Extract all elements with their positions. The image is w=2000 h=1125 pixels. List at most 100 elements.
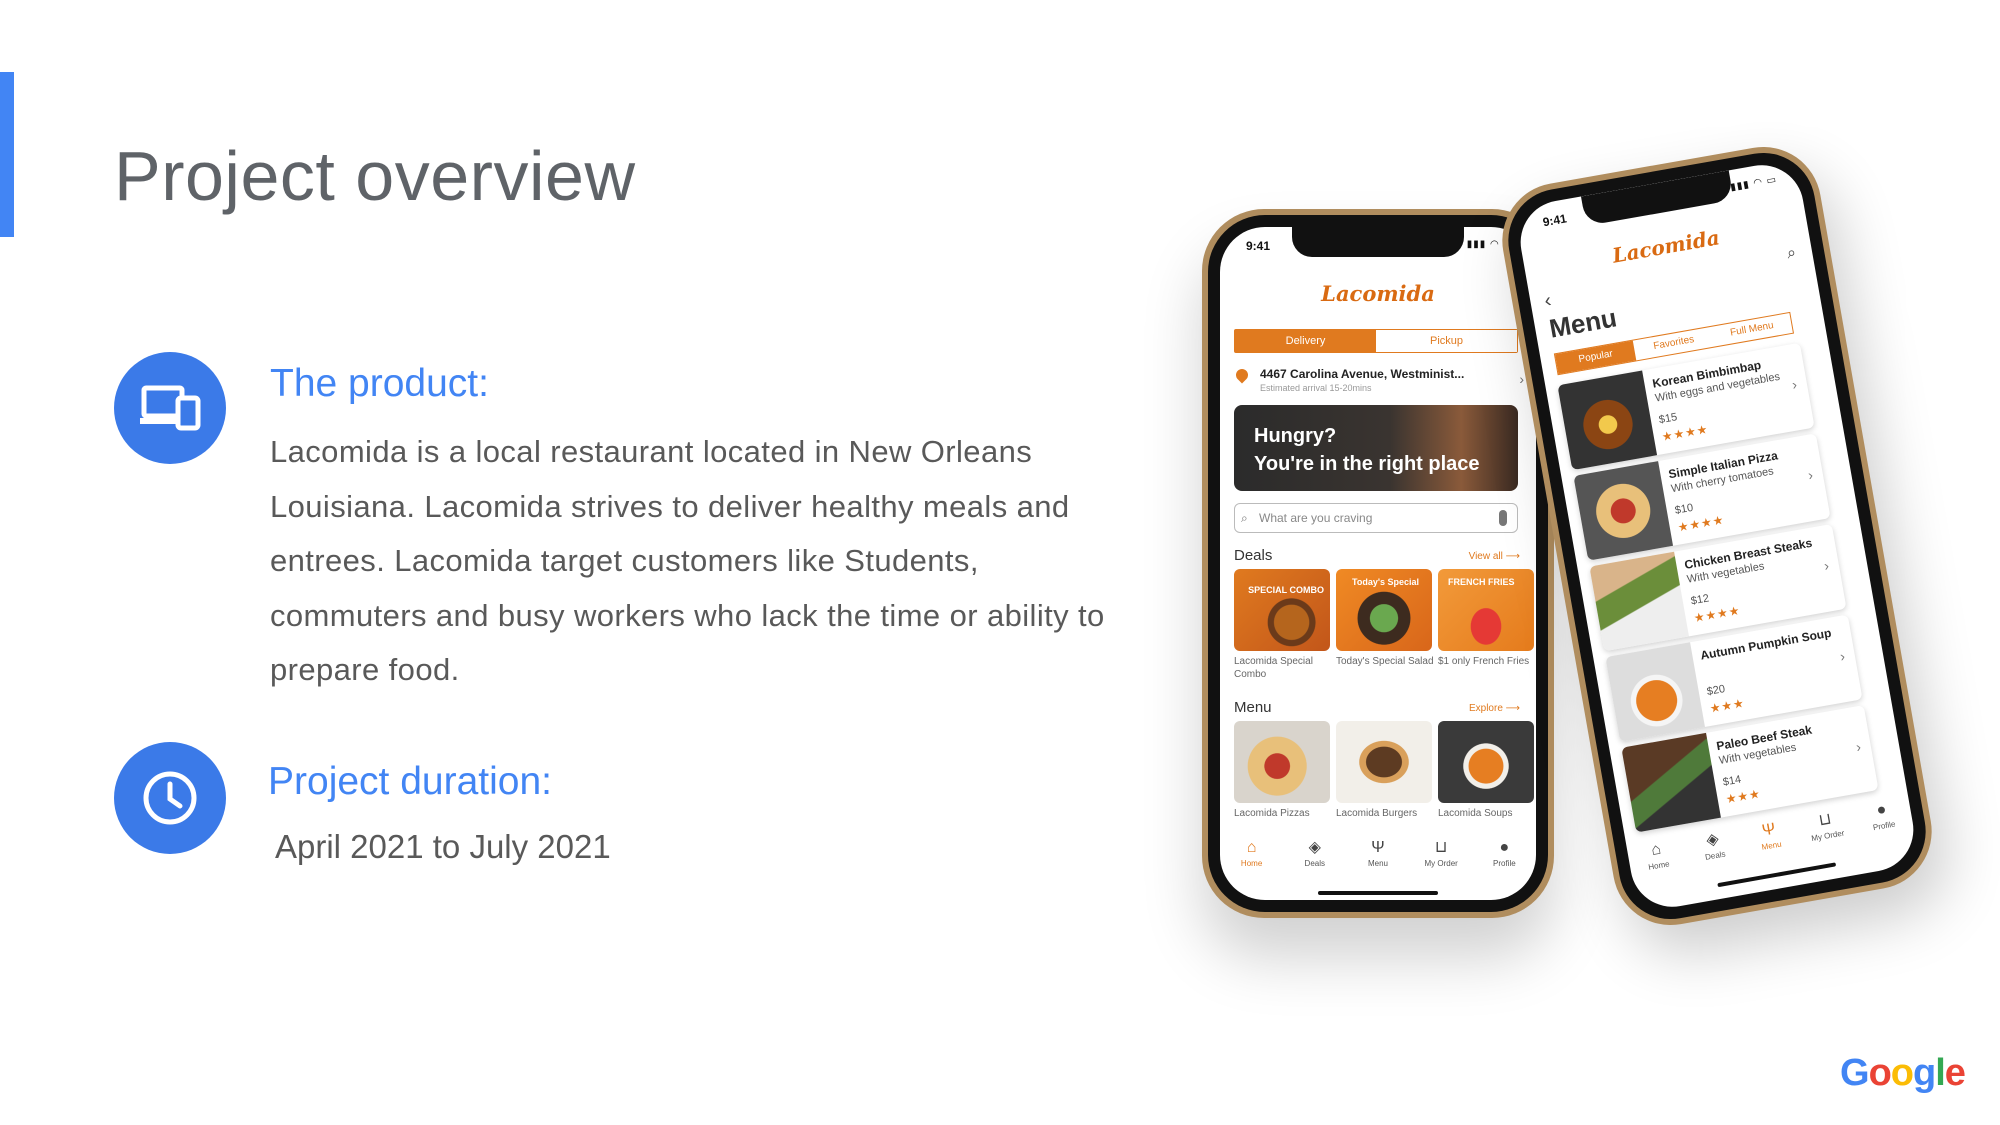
tab-home[interactable]: ⌂ Home (1627, 837, 1687, 875)
menu-tile-burgers[interactable] (1336, 721, 1432, 803)
deal-badge: FRENCH FRIES (1448, 577, 1515, 587)
chevron-right-icon: › (1854, 738, 1863, 755)
menu-screen: 9:41 ▮▮▮ ◠ ▭ Lacomida ‹ ⌕ Menu Popular F… (1514, 158, 1920, 914)
search-bar[interactable]: ⌕ What are you craving (1234, 503, 1518, 533)
bottom-tab-bar: ⌂ Home ◈ Deals Ψ Menu ⊔ My Order ● Profile (1220, 839, 1536, 868)
phone-notch (1580, 170, 1734, 227)
logo-letter: e (1944, 1052, 1966, 1094)
deal-caption: Lacomida Special Combo (1234, 656, 1313, 680)
search-icon[interactable]: ⌕ (1786, 244, 1798, 263)
tab-label: Home (1240, 859, 1263, 868)
google-logo: Google (1840, 1052, 1966, 1095)
tab-label: Profile (1493, 859, 1516, 868)
home-phone-mockup: 9:41 ▮▮▮ ◠ ▭ Lacomida Delivery Pickup 44… (1202, 209, 1554, 918)
home-screen: 9:41 ▮▮▮ ◠ ▭ Lacomida Delivery Pickup 44… (1220, 227, 1536, 900)
duration-value: April 2021 to July 2021 (275, 828, 611, 865)
tab-label: Menu (1367, 859, 1388, 868)
dish-image (1621, 732, 1721, 833)
logo-letter: o (1868, 1052, 1892, 1094)
dish-price: $20 (1705, 683, 1727, 699)
dish-name: Autumn Pumpkin Soup (1699, 625, 1833, 663)
menu-caption: Lacomida Burgers (1336, 808, 1418, 819)
deal-tile-fries[interactable]: FRENCH FRIES (1438, 569, 1534, 651)
home-indicator (1318, 891, 1438, 895)
dish-image (1605, 642, 1705, 742)
dish-image (1573, 461, 1674, 561)
tab-my-order[interactable]: ⊔ My Order (1796, 807, 1856, 845)
duration-heading: Project duration: (268, 760, 552, 803)
tag-icon: ◈ (1308, 839, 1321, 856)
menu-caption: Lacomida Soups (1438, 808, 1513, 819)
menu-tile-soups[interactable] (1438, 721, 1534, 803)
dish-rating: ★★★★ (1692, 603, 1742, 626)
pickup-tab[interactable]: Pickup (1376, 330, 1517, 352)
logo-letter: g (1913, 1052, 1936, 1094)
tab-profile[interactable]: ● Profile (1476, 839, 1532, 868)
cart-icon: ⊔ (1434, 839, 1448, 856)
tab-full-menu[interactable]: Full Menu (1711, 313, 1793, 346)
dish-price: $15 (1657, 411, 1679, 427)
explore-menu-link[interactable]: Explore ⟶ (1469, 703, 1520, 714)
devices-icon (114, 352, 226, 464)
menu-label: Menu (1234, 699, 1272, 716)
product-description: Lacomida is a local restaurant located i… (270, 434, 1105, 687)
deal-caption: Today's Special Salad (1336, 656, 1434, 667)
slide-title: Project overview (114, 137, 636, 215)
deal-tile-salad[interactable]: Today's Special (1336, 569, 1432, 651)
tab-profile[interactable]: ● Profile (1852, 797, 1912, 835)
deal-badge: Today's Special (1352, 577, 1419, 587)
order-type-toggle[interactable]: Delivery Pickup (1234, 329, 1518, 353)
deal-tile-combo[interactable]: SPECIAL COMBO (1234, 569, 1330, 651)
chevron-right-icon[interactable]: › (1519, 371, 1524, 387)
tab-label: Deals (1304, 859, 1325, 868)
back-arrow-icon[interactable]: ‹ (1543, 289, 1554, 313)
dish-rating: ★★★★ (1660, 421, 1710, 444)
hero-line-1: Hungry? (1254, 425, 1337, 447)
location-pin-icon (1233, 366, 1251, 384)
phone-notch (1292, 227, 1464, 257)
chevron-right-icon: › (1790, 375, 1799, 393)
chevron-right-icon: › (1822, 557, 1831, 574)
tab-deals[interactable]: ◈ Deals (1287, 839, 1343, 868)
tab-favorites[interactable]: Favorites (1633, 327, 1715, 360)
deal-badge: SPECIAL COMBO (1248, 585, 1324, 595)
dish-image (1589, 551, 1690, 652)
menu-title: Menu (1546, 302, 1619, 344)
hero-line-2: You're in the right place (1254, 453, 1480, 475)
hero-banner: Hungry? You're in the right place (1234, 405, 1518, 491)
tab-popular[interactable]: Popular (1554, 340, 1637, 375)
logo-letter: o (1890, 1052, 1914, 1094)
deal-caption: $1 only French Fries (1438, 656, 1530, 667)
dish-price: $10 (1673, 501, 1695, 517)
deals-label: Deals (1234, 547, 1273, 564)
home-icon: ⌂ (1246, 839, 1257, 856)
dish-rating: ★★★ (1708, 695, 1746, 716)
delivery-tab[interactable]: Delivery (1235, 330, 1376, 352)
product-heading: The product: (270, 362, 489, 405)
search-placeholder: What are you craving (1259, 511, 1373, 525)
menu-phone-mockup: 9:41 ▮▮▮ ◠ ▭ Lacomida ‹ ⌕ Menu Popular F… (1493, 137, 1941, 935)
dish-rating: ★★★ (1724, 786, 1762, 807)
signal-battery-icon: ▮▮▮ ◠ ▭ (1729, 174, 1778, 194)
tab-my-order[interactable]: ⊔ My Order (1413, 839, 1469, 868)
profile-icon: ● (1499, 839, 1510, 856)
microphone-icon[interactable] (1499, 510, 1507, 526)
status-time: 9:41 (1246, 239, 1271, 253)
tab-home[interactable]: ⌂ Home (1224, 839, 1280, 868)
tab-menu[interactable]: Ψ Menu (1740, 817, 1800, 855)
menu-caption: Lacomida Pizzas (1234, 808, 1310, 819)
chevron-right-icon: › (1838, 647, 1847, 665)
home-indicator (1717, 862, 1837, 888)
search-icon: ⌕ (1241, 511, 1248, 525)
tab-deals[interactable]: ◈ Deals (1683, 827, 1743, 865)
arrival-estimate: Estimated arrival 15-20mins (1260, 383, 1372, 393)
tab-menu[interactable]: Ψ Menu (1350, 839, 1406, 868)
app-logo: Lacomida (1321, 281, 1435, 306)
clock-icon (114, 742, 226, 854)
view-all-deals-link[interactable]: View all ⟶ (1469, 551, 1520, 562)
delivery-address[interactable]: 4467 Carolina Avenue, Westminist... (1260, 367, 1464, 381)
menu-tile-pizzas[interactable] (1234, 721, 1330, 803)
status-time: 9:41 (1541, 211, 1568, 230)
utensils-icon: Ψ (1371, 839, 1385, 856)
logo-letter: l (1935, 1052, 1946, 1094)
